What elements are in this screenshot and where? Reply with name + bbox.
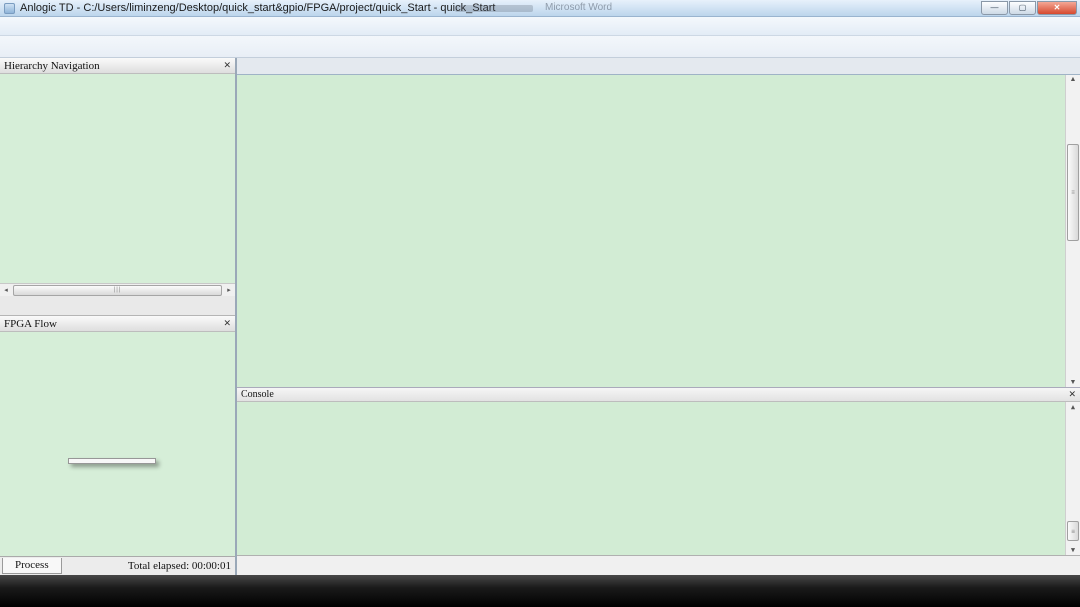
window-buttons: — ▢ ✕	[980, 1, 1077, 15]
minimize-button[interactable]: —	[981, 1, 1008, 15]
hierarchy-tree	[0, 74, 235, 283]
left-panel: Hierarchy Navigation ✕ ◂ ||| ▸ FPGA Flow…	[0, 58, 237, 575]
fpga-flow-title-text: FPGA Flow	[4, 318, 57, 330]
hscroll-thumb[interactable]: |||	[13, 285, 222, 296]
background-window-title: Microsoft Word	[545, 2, 612, 13]
scroll-down-arrow[interactable]: ▼	[1066, 379, 1080, 386]
fpga-flow-panel-title: FPGA Flow ✕	[0, 316, 235, 332]
console-header: Console ✕	[237, 388, 1080, 402]
titlebar[interactable]: Anlogic TD - C:/Users/liminzeng/Desktop/…	[0, 0, 1080, 17]
console-tabs	[237, 555, 1080, 575]
main-area: Hierarchy Navigation ✕ ◂ ||| ▸ FPGA Flow…	[0, 58, 1080, 575]
fpga-flow-tree	[0, 332, 235, 556]
editor-scroll-thumb[interactable]: ≡	[1067, 144, 1079, 241]
editor-tabs	[237, 58, 1080, 75]
fpga-flow-close-icon[interactable]: ✕	[223, 318, 231, 329]
code-lines[interactable]	[237, 75, 1065, 387]
scroll-up-arrow[interactable]: ▲	[1066, 76, 1080, 83]
total-elapsed: Total elapsed: 00:00:01	[128, 560, 231, 572]
anlogic-td-window: Anlogic TD - C:/Users/liminzeng/Desktop/…	[0, 0, 1080, 607]
menubar	[0, 17, 1080, 36]
hierarchy-hscrollbar[interactable]: ◂ ||| ▸	[0, 283, 235, 296]
app-icon	[4, 3, 15, 14]
background-window-ghost	[455, 5, 533, 12]
scroll-down-arrow[interactable]: ▼	[1066, 546, 1080, 554]
taskbar	[0, 575, 1080, 607]
console-close-icon[interactable]: ✕	[1068, 389, 1076, 400]
hierarchy-panel-title-text: Hierarchy Navigation	[4, 60, 100, 72]
editor-vscrollbar[interactable]: ▲ ≡ ▼	[1065, 75, 1080, 387]
scroll-up-arrow[interactable]: ▲	[1066, 403, 1080, 411]
process-tab[interactable]: Process	[2, 558, 62, 574]
console-scroll-thumb[interactable]: ≡	[1067, 521, 1079, 541]
console-lines	[237, 402, 1065, 555]
hierarchy-panel-close-icon[interactable]: ✕	[223, 60, 231, 71]
code-editor[interactable]: ▲ ≡ ▼	[237, 75, 1080, 388]
left-panel-tabs	[0, 296, 235, 316]
scroll-right-arrow[interactable]: ▸	[223, 286, 235, 294]
scroll-left-arrow[interactable]: ◂	[0, 286, 12, 294]
window-title: Anlogic TD - C:/Users/liminzeng/Desktop/…	[20, 2, 495, 14]
maximize-button[interactable]: ▢	[1009, 1, 1036, 15]
console-title: Console	[241, 389, 274, 400]
editor-console-area: ▲ ≡ ▼ Console ✕ ▲ ≡ ▼	[237, 58, 1080, 575]
console-vscrollbar[interactable]: ▲ ≡ ▼	[1065, 402, 1080, 555]
process-statusbar: Process Total elapsed: 00:00:01	[0, 556, 235, 575]
context-menu	[68, 458, 156, 464]
toolbar	[0, 36, 1080, 58]
console-body[interactable]: ▲ ≡ ▼	[237, 402, 1080, 555]
hierarchy-panel-title: Hierarchy Navigation ✕	[0, 58, 235, 74]
close-button[interactable]: ✕	[1037, 1, 1077, 15]
